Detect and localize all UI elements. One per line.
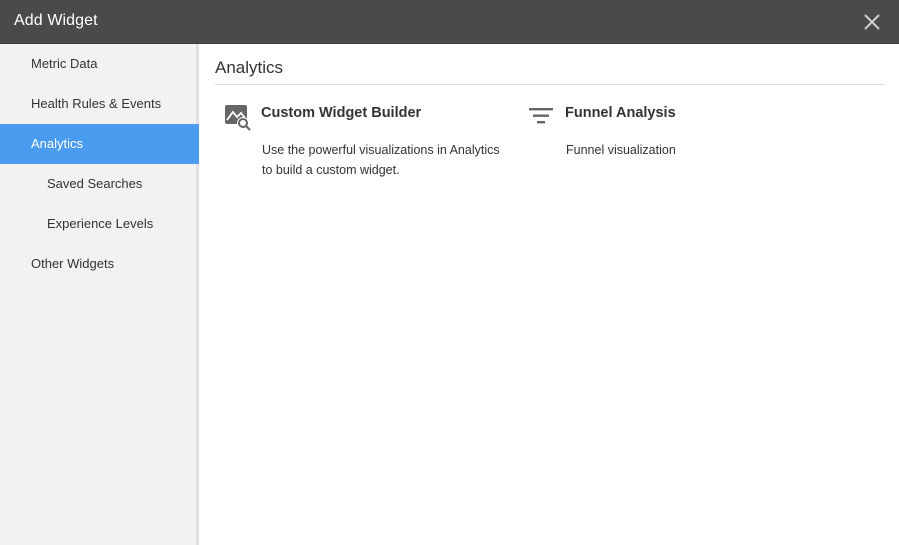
sidebar-item-label: Analytics	[31, 136, 84, 151]
sidebar-item-label: Health Rules & Events	[31, 96, 162, 111]
funnel-icon	[528, 103, 556, 131]
funnel-analysis-card[interactable]: Funnel Analysis Funnel visualization	[528, 103, 728, 163]
sidebar-item-saved-searches[interactable]: Saved Searches	[0, 164, 199, 204]
card-description: Funnel visualization	[566, 140, 676, 160]
card-description-line: Funnel visualization	[566, 143, 676, 157]
card-title: Funnel Analysis	[565, 105, 676, 121]
sidebar-item-label: Metric Data	[31, 56, 98, 71]
section-title: Analytics	[215, 58, 284, 77]
card-description-line: Use the powerful visualizations in Analy…	[262, 143, 500, 157]
sidebar: Metric Data Health Rules & Events Analyt…	[0, 44, 199, 545]
sidebar-item-label: Experience Levels	[47, 216, 154, 231]
card-title: Custom Widget Builder	[261, 105, 422, 121]
card-description: Use the powerful visualizations in Analy…	[262, 140, 500, 180]
section-divider	[215, 84, 884, 85]
sidebar-item-label: Saved Searches	[47, 176, 143, 191]
close-icon[interactable]	[861, 11, 883, 33]
sidebar-item-other-widgets[interactable]: Other Widgets	[0, 244, 199, 284]
sidebar-item-analytics[interactable]: Analytics	[0, 124, 199, 164]
main-panel: Analytics Custom Widget Builder Use the …	[202, 44, 899, 545]
custom-widget-builder-card[interactable]: Custom Widget Builder Use the powerful v…	[224, 103, 514, 183]
sidebar-item-experience-levels[interactable]: Experience Levels	[0, 204, 199, 244]
sidebar-item-metric-data[interactable]: Metric Data	[0, 44, 199, 84]
sidebar-item-label: Other Widgets	[31, 256, 115, 271]
dialog-title: Add Widget	[14, 12, 98, 29]
dialog-titlebar: Add Widget	[0, 0, 899, 44]
sidebar-item-health-rules-events[interactable]: Health Rules & Events	[0, 84, 199, 124]
image-search-icon	[224, 103, 252, 131]
card-description-line: to build a custom widget.	[262, 163, 400, 177]
